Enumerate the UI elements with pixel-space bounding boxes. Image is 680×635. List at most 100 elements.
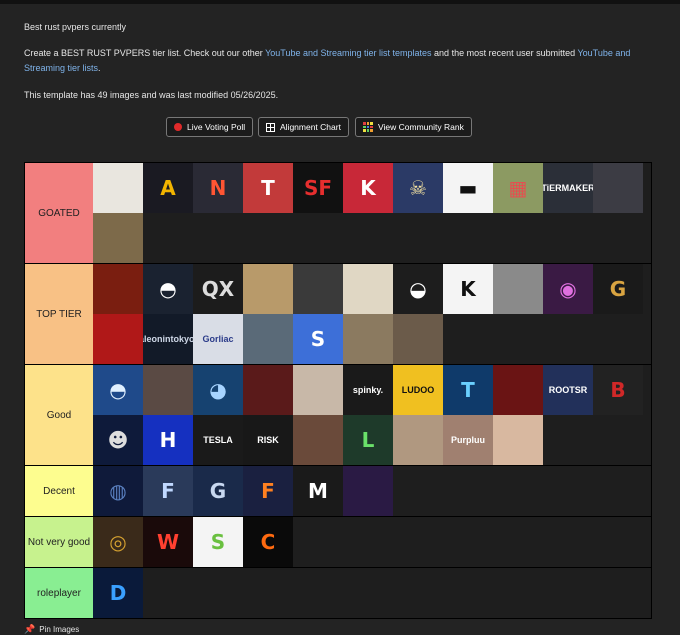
- red-face[interactable]: [93, 314, 143, 364]
- dark-logo[interactable]: ◍: [93, 466, 143, 516]
- tier-label[interactable]: Not very good: [25, 517, 93, 567]
- g-logo[interactable]: G: [593, 264, 643, 314]
- n-logo[interactable]: N: [193, 163, 243, 213]
- youtube-templates-link[interactable]: YouTube and Streaming tier list template…: [265, 48, 431, 58]
- hood-avatar-text: ◓: [159, 277, 177, 301]
- red-effect[interactable]: [493, 365, 543, 415]
- neon-w-logo[interactable]: W: [143, 517, 193, 567]
- text-banner[interactable]: aleonintokyo.: [143, 314, 193, 364]
- tier-label[interactable]: GOATED: [25, 163, 93, 263]
- red-scene[interactable]: [93, 264, 143, 314]
- puppy-photo[interactable]: [243, 264, 293, 314]
- gorliac-logo-text: Gorliac: [202, 334, 234, 344]
- laurel-badge-text: ◎: [109, 530, 127, 554]
- purple-banner[interactable]: [343, 466, 393, 516]
- rootsr-avatar[interactable]: ROOTSR: [543, 365, 593, 415]
- m-logo[interactable]: M: [293, 466, 343, 516]
- k-logo-text: K: [360, 176, 376, 200]
- ludoo-logo[interactable]: LUDOO: [393, 365, 443, 415]
- bear-logo[interactable]: ◕: [193, 365, 243, 415]
- risk-logo[interactable]: RISK: [243, 415, 293, 465]
- pin-images-toggle[interactable]: 📌 Pin Images: [24, 624, 79, 635]
- tier-row: Good ◓ ◕ spinky. LUDOO T ROOTSR B ☻ H TESLA RISK L Pu…: [25, 365, 651, 466]
- k-logo[interactable]: K: [343, 163, 393, 213]
- s-logo[interactable]: S: [293, 314, 343, 364]
- eye-graphic[interactable]: ◉: [543, 264, 593, 314]
- tier-items: A N T SF K ☠ ▬ ▦ TiERMAKER: [93, 163, 650, 263]
- skull-icon-text: ☠: [409, 176, 427, 200]
- tier-items: D: [93, 568, 650, 618]
- mask-icon[interactable]: ▬: [443, 163, 493, 213]
- hat-photo[interactable]: [143, 365, 193, 415]
- community-rank-button[interactable]: View Community Rank: [355, 117, 472, 137]
- t-circle-logo[interactable]: T: [443, 365, 493, 415]
- f-circle-logo[interactable]: F: [243, 466, 293, 516]
- h-logo[interactable]: H: [143, 415, 193, 465]
- laurel-badge[interactable]: ◎: [93, 517, 143, 567]
- template-info: This template has 49 images and was last…: [24, 90, 279, 100]
- tiermaker-logo[interactable]: TiERMAKER: [543, 163, 593, 213]
- community-rank-label: View Community Rank: [378, 122, 464, 132]
- k-script-logo[interactable]: K: [443, 264, 493, 314]
- screenshot-thumb[interactable]: [593, 163, 643, 213]
- pixel-avatar[interactable]: ▦: [493, 163, 543, 213]
- qx-logo[interactable]: QX: [193, 264, 243, 314]
- spinky-logo[interactable]: spinky.: [343, 365, 393, 415]
- s-arrow-logo[interactable]: S: [193, 517, 243, 567]
- tier-label[interactable]: Good: [25, 365, 93, 465]
- cat-photo[interactable]: [343, 314, 393, 364]
- glasses-photo[interactable]: [393, 415, 443, 465]
- gorliac-logo[interactable]: Gorliac: [193, 314, 243, 364]
- tesla-avatar[interactable]: TESLA: [193, 415, 243, 465]
- tier-row: GOATED A N T SF K ☠ ▬ ▦ TiERMAKER: [25, 163, 651, 264]
- grin-mask[interactable]: ☻: [93, 415, 143, 465]
- intro-text: Best rust pvpers currently: [24, 22, 127, 32]
- soldier-avatar[interactable]: [243, 314, 293, 364]
- skull-icon[interactable]: ☠: [393, 163, 443, 213]
- rider-photo[interactable]: [243, 365, 293, 415]
- t-logo[interactable]: T: [243, 163, 293, 213]
- tier-row: Decent ◍ F G F M: [25, 466, 651, 517]
- face-avatar[interactable]: [93, 213, 143, 263]
- c-logo[interactable]: C: [243, 517, 293, 567]
- tier-list: GOATEDANTSFK☠▬▦TiERMAKERTOP TIER◓QX◒K◉Ga…: [24, 162, 652, 619]
- pin-images-label: Pin Images: [39, 625, 80, 634]
- astronaut-photo[interactable]: [493, 264, 543, 314]
- risk-logo-text: RISK: [257, 435, 279, 445]
- d-logo[interactable]: D: [93, 568, 143, 618]
- f-circle-logo-text: F: [261, 479, 275, 503]
- live-voting-button[interactable]: Live Voting Poll: [166, 117, 254, 137]
- mask-photo[interactable]: [293, 264, 343, 314]
- action-buttons: Live Voting Poll Alignment Chart View Co…: [0, 117, 680, 139]
- tier-label[interactable]: roleplayer: [25, 568, 93, 618]
- boy-photo[interactable]: [293, 365, 343, 415]
- letter-a-logo[interactable]: A: [143, 163, 193, 213]
- g-block-logo[interactable]: G: [193, 466, 243, 516]
- sf-logo[interactable]: SF: [293, 163, 343, 213]
- purpluu-photo-text: Purpluu: [451, 435, 485, 445]
- grid-icon: [266, 122, 275, 132]
- tiermaker-logo-text: TiERMAKER: [543, 183, 593, 193]
- tesla-avatar-text: TESLA: [203, 435, 233, 445]
- purpluu-photo[interactable]: Purpluu: [443, 415, 493, 465]
- tier-label[interactable]: Decent: [25, 466, 93, 516]
- bird-logo[interactable]: ◒: [393, 264, 443, 314]
- hood-avatar[interactable]: ◓: [143, 264, 193, 314]
- tier-items: ◓ ◕ spinky. LUDOO T ROOTSR B ☻ H TESLA RISK L Purplu…: [93, 365, 650, 465]
- f-logo[interactable]: F: [143, 466, 193, 516]
- alignment-chart-button[interactable]: Alignment Chart: [258, 117, 349, 137]
- l-logo[interactable]: L: [343, 415, 393, 465]
- man-photo[interactable]: [293, 415, 343, 465]
- cartoon-avatar[interactable]: [343, 264, 393, 314]
- t-circle-logo-text: T: [461, 378, 475, 402]
- boy-portrait[interactable]: [493, 415, 543, 465]
- b-logo[interactable]: B: [593, 365, 643, 415]
- c-logo-text: C: [260, 530, 276, 554]
- bird-logo-text: ◒: [409, 277, 427, 301]
- tier-items: ◍ F G F M: [93, 466, 650, 516]
- polar-bear-avatar[interactable]: [93, 163, 143, 213]
- description-middle: and the most recent user submitted: [431, 48, 578, 58]
- tier-label[interactable]: TOP TIER: [25, 264, 93, 364]
- hood-logo[interactable]: ◓: [93, 365, 143, 415]
- doll-face[interactable]: [393, 314, 443, 364]
